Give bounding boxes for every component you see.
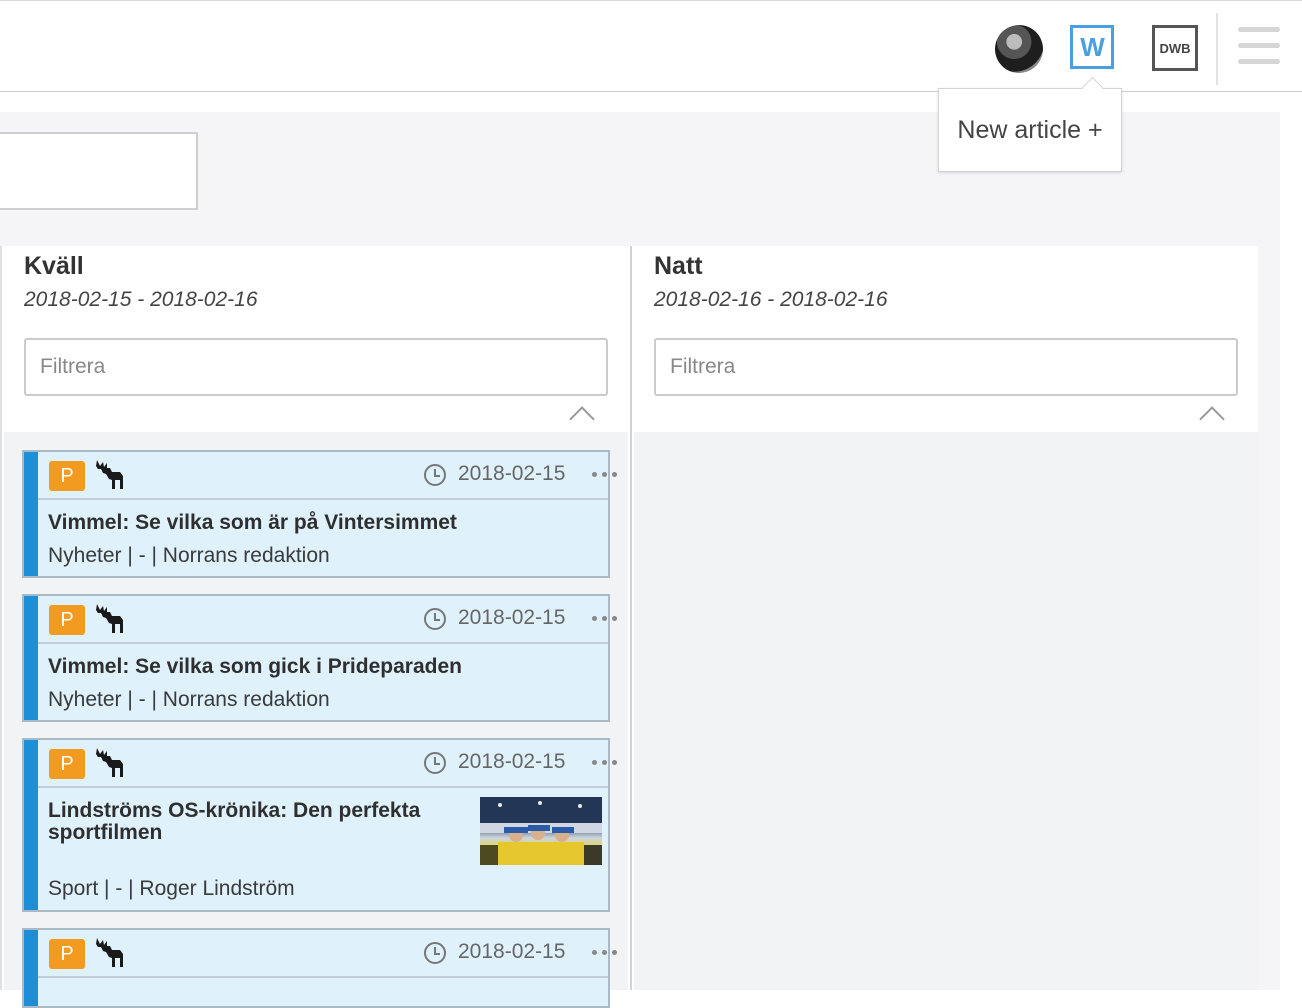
card-header: P 2018-02-15 (38, 930, 617, 978)
card-title-line-1[interactable]: Lindströms OS-krönika: Den perfekta (48, 800, 420, 822)
column-dates-natt: 2018-02-16 - 2018-02-16 (654, 288, 888, 311)
card-title-line-2[interactable]: sportfilmen (48, 822, 162, 844)
left-panel-box[interactable] (0, 132, 198, 210)
writer-app-button[interactable]: W (1070, 25, 1114, 69)
card-date: 2018-02-15 (458, 606, 566, 629)
column-title-kvall: Kväll (24, 252, 84, 280)
moose-icon (96, 460, 123, 489)
more-options-icon[interactable] (592, 472, 620, 478)
filter-placeholder: Filtrera (670, 355, 736, 378)
clock-icon (424, 608, 446, 630)
new-article-label: New article + (957, 115, 1103, 144)
column-separator (630, 246, 632, 990)
top-bar: W DWB (0, 0, 1302, 92)
card-date: 2018-02-15 (458, 940, 566, 963)
moose-icon (96, 748, 123, 777)
filter-input-natt[interactable]: Filtrera (654, 338, 1238, 396)
moose-icon (96, 938, 123, 967)
right-gutter (1258, 112, 1280, 990)
article-card[interactable]: P 2018-02-15 Vimmel: Se vilka som gick i… (22, 594, 617, 722)
topbar-divider (1216, 13, 1218, 85)
card-title[interactable]: Vimmel: Se vilka som är på Vintersimmet (48, 512, 457, 534)
new-article-button[interactable]: New article + (938, 88, 1122, 172)
column-body-natt (634, 432, 1258, 990)
clock-icon (424, 464, 446, 486)
card-meta: Nyheter | - | Norrans redaktion (48, 688, 330, 711)
card-meta: Nyheter | - | Norrans redaktion (48, 544, 330, 567)
writer-label: W (1080, 31, 1105, 62)
user-avatar[interactable] (995, 25, 1043, 73)
clock-icon (424, 752, 446, 774)
filter-input-kvall[interactable]: Filtrera (24, 338, 608, 396)
column-title-natt: Natt (654, 252, 703, 280)
article-card[interactable]: P 2018-02-15 Lindströms OS-krönika: Den … (22, 738, 617, 912)
article-card[interactable]: P 2018-02-15 (22, 928, 617, 1008)
filter-placeholder: Filtrera (40, 355, 106, 378)
card-header: P 2018-02-15 (38, 740, 617, 788)
clock-icon (424, 942, 446, 964)
priority-badge: P (49, 605, 85, 635)
priority-badge: P (49, 749, 85, 779)
dwb-app-button[interactable]: DWB (1152, 25, 1198, 71)
card-date: 2018-02-15 (458, 750, 566, 773)
card-header: P 2018-02-15 (38, 596, 617, 644)
card-header: P 2018-02-15 (38, 452, 617, 500)
priority-badge: P (49, 461, 85, 491)
more-options-icon[interactable] (592, 950, 620, 956)
more-options-icon[interactable] (592, 760, 620, 766)
card-status-stripe (24, 452, 38, 576)
more-options-icon[interactable] (592, 616, 620, 622)
priority-badge: P (49, 939, 85, 969)
card-status-stripe (24, 596, 38, 720)
card-status-stripe (24, 930, 38, 1006)
dwb-label: DWB (1159, 40, 1191, 56)
moose-icon (96, 604, 123, 633)
article-thumbnail[interactable] (480, 797, 602, 865)
card-meta: Sport | - | Roger Lindström (48, 877, 295, 900)
card-status-stripe (24, 740, 38, 910)
menu-icon[interactable] (1238, 27, 1280, 67)
column-left-edge (0, 246, 2, 990)
article-card[interactable]: P 2018-02-15 Vimmel: Se vilka som är på … (22, 450, 617, 578)
card-date: 2018-02-15 (458, 462, 566, 485)
card-title[interactable]: Vimmel: Se vilka som gick i Prideparaden (48, 656, 462, 678)
column-dates-kvall: 2018-02-15 - 2018-02-16 (24, 288, 258, 311)
